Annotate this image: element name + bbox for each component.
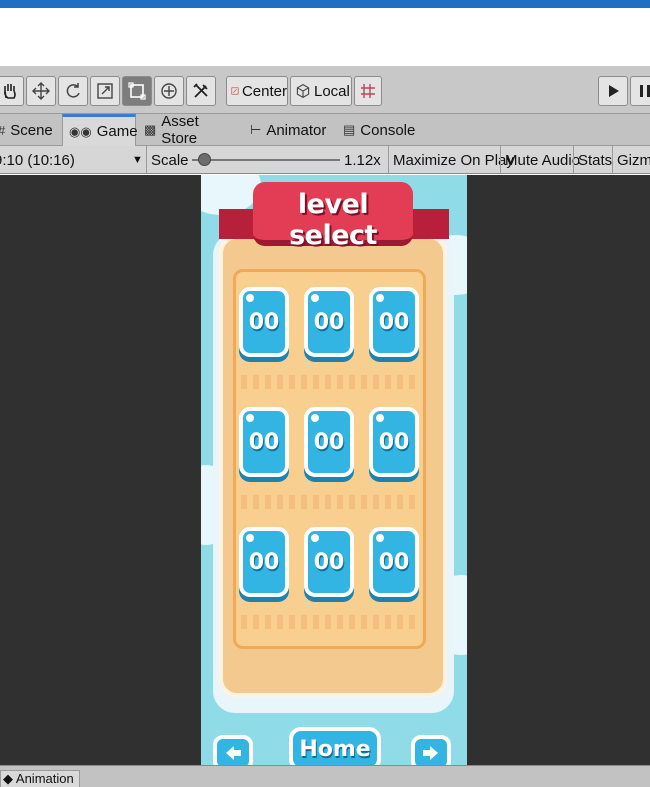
arrow-left-icon [226,746,241,760]
scale-slider-track[interactable] [192,159,340,161]
level-button-3[interactable]: 00 [369,287,419,357]
pause-icon [640,85,650,97]
move-icon [32,82,50,100]
level-button-7[interactable]: 00 [239,527,289,597]
home-button[interactable]: Home [289,727,381,765]
rect-tool-button[interactable] [122,76,152,106]
star-placeholder-row [241,495,421,509]
level-number: 00 [378,429,410,455]
transform-tool-button[interactable] [154,76,184,106]
window-top-strip [0,0,650,8]
local-cube-icon [296,83,310,99]
stats-toggle[interactable]: Stats [573,146,612,174]
next-page-button[interactable] [411,735,451,765]
level-number: 00 [313,549,345,575]
level-button-8[interactable]: 00 [304,527,354,597]
level-number: 00 [248,309,280,335]
tab-asset-store[interactable]: ▩ Asset Store [144,113,238,147]
console-icon: ▤ [343,122,356,137]
scale-slider-thumb[interactable] [198,153,211,166]
tab-console[interactable]: ▤ Console [343,114,423,146]
tab-label: Console [360,121,416,139]
blank-area [0,8,650,66]
level-button-5[interactable]: 00 [304,407,354,477]
rotate-tool-button[interactable] [58,76,88,106]
move-tool-button[interactable] [26,76,56,106]
gizmos-dropdown[interactable]: Gizmos [612,146,650,174]
scale-label: Scale [146,146,189,174]
previous-page-button[interactable] [213,735,253,765]
custom-tool-button[interactable] [186,76,216,106]
level-select-title: level select [289,189,377,251]
pause-button[interactable] [630,76,650,106]
tab-label: Game [96,123,138,140]
rect-tool-icon [128,82,146,100]
level-number: 00 [378,309,410,335]
game-view: level select 00 00 00 00 00 00 00 00 00 … [0,175,650,765]
home-label: Home [299,736,371,762]
arrow-right-icon [423,746,438,760]
transform-icon [161,83,177,99]
tab-animator[interactable]: ⊢ Animator [250,114,332,146]
aspect-label: 9:10 (10:16) [0,151,75,169]
tab-scene[interactable]: # Scene [0,114,58,146]
tab-animation[interactable]: ◆ Animation [0,770,80,787]
rotate-icon [66,83,80,98]
level-button-2[interactable]: 00 [304,287,354,357]
star-placeholder-row [241,375,421,389]
maximize-on-play-toggle[interactable]: Maximize On Play [388,146,514,174]
hand-icon [4,84,16,99]
play-icon [609,85,619,97]
animator-icon: ⊢ [250,122,262,137]
animation-icon: ◆ [3,771,16,786]
level-button-6[interactable]: 00 [369,407,419,477]
tab-game[interactable]: ◉◉ Game [62,114,138,146]
bag-icon: ▩ [144,122,157,137]
pivot-center-button[interactable]: Center [226,76,288,106]
chevron-down-icon: ▼ [132,154,143,166]
level-button-4[interactable]: 00 [239,407,289,477]
tab-label: Asset Store [161,113,199,147]
pivot-label: Center [241,82,287,100]
tools-icon [193,83,208,98]
star-placeholder-row [241,615,421,629]
tab-label: Animator [266,121,327,139]
level-number: 00 [378,549,410,575]
game-canvas[interactable]: level select 00 00 00 00 00 00 00 00 00 … [201,175,467,765]
mute-audio-toggle[interactable]: Mute Audio [500,146,580,174]
pivot-rotation-button[interactable]: Local [290,76,352,106]
level-number: 00 [248,429,280,455]
level-number: 00 [313,309,345,335]
scale-value: 1.12x [344,151,381,169]
scale-tool-button[interactable] [90,76,120,106]
tab-label: Scene [10,121,53,139]
scale-icon [97,83,113,99]
rotation-label: Local [314,82,350,100]
hand-tool-button[interactable] [0,76,24,106]
game-view-controls: 9:10 (10:16) ▼ Scale 1.12x Maximize On P… [0,146,650,174]
level-button-9[interactable]: 00 [369,527,419,597]
grid-snap-button[interactable] [354,76,382,106]
aspect-dropdown[interactable]: 9:10 (10:16) ▼ [0,146,144,174]
scene-icon: # [0,123,5,138]
play-button[interactable] [598,76,628,106]
grid-snap-icon [361,84,375,98]
editor-tab-bar: # Scene ◉◉ Game ▩ Asset Store ⊢ Animator… [0,113,650,147]
level-number: 00 [313,429,345,455]
pivot-icon [231,87,239,95]
bottom-panel-bar: ◆ Animation [0,765,650,787]
level-number: 00 [248,549,280,575]
tab-label: Animation [15,771,74,786]
gamepad-icon: ◉◉ [69,123,92,139]
editor-toolbar: Center Local [0,66,650,114]
level-button-1[interactable]: 00 [239,287,289,357]
